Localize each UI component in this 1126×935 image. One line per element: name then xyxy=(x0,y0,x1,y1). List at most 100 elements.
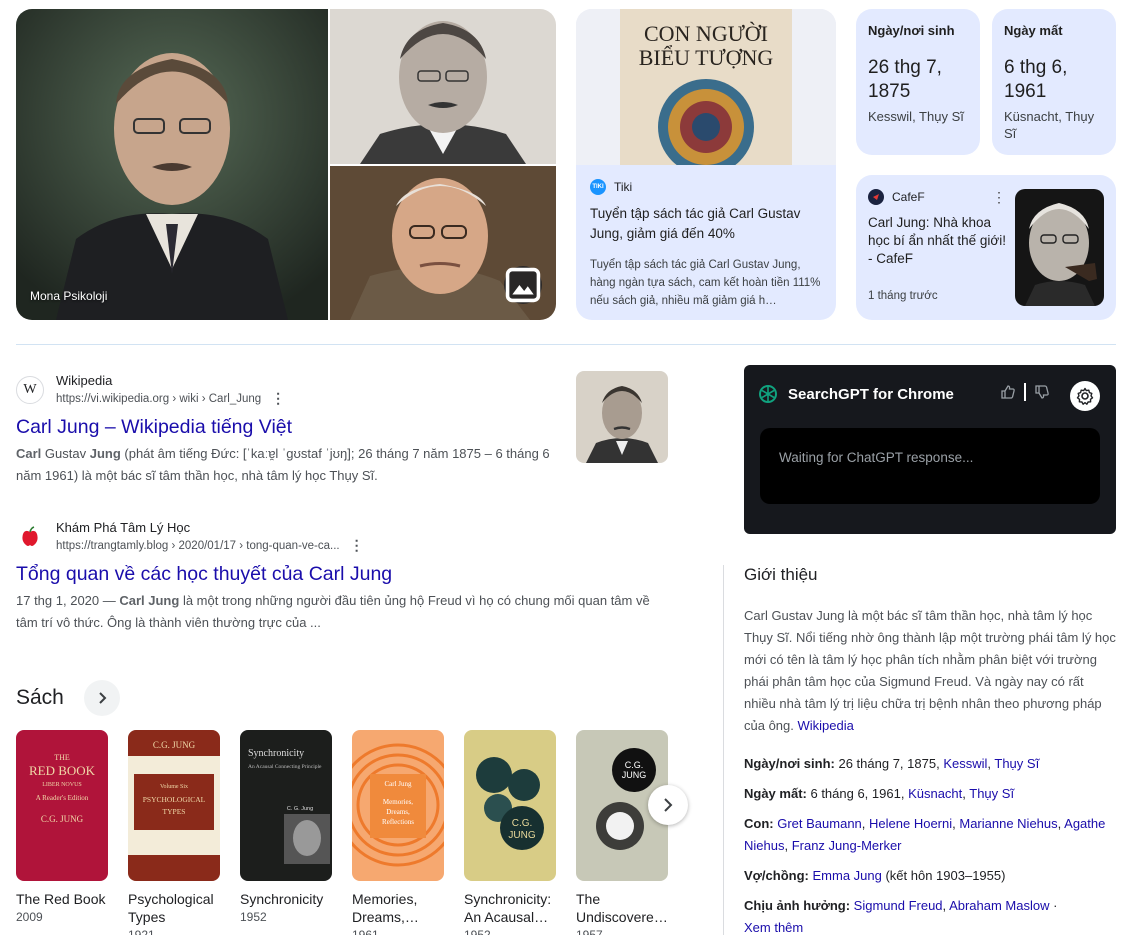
result-title-link[interactable]: Carl Jung – Wikipedia tiếng Việt xyxy=(16,415,666,439)
image-icon xyxy=(505,267,541,303)
thumbs-down-icon[interactable] xyxy=(1034,384,1050,400)
influence-link[interactable]: Sigmund Freud xyxy=(854,898,943,913)
books-section-header: Sách xyxy=(16,680,120,716)
book-cover: Synchronicity An Acausal Connecting Prin… xyxy=(240,730,332,881)
result-title-link[interactable]: Tổng quan về các học thuyết của Carl Jun… xyxy=(16,562,666,586)
knowledge-panel-title: Giới thiệu xyxy=(744,565,818,584)
spouse-link[interactable]: Emma Jung xyxy=(812,868,881,883)
book-item[interactable]: THE RED BOOK LIBER NOVUS A Reader's Edit… xyxy=(16,730,108,924)
book-item[interactable]: Carl Jung Memories, Dreams, Reflections … xyxy=(352,730,444,935)
cafef-logo-icon xyxy=(868,189,884,205)
cover-title-line1: CON NGƯỜI xyxy=(644,21,768,46)
book-title: Memories, Dreams, Reflections xyxy=(352,891,418,925)
more-options-icon[interactable]: ⋮ xyxy=(992,189,1006,206)
fact-spouse: Vợ/chồng: Emma Jung (kết hôn 1903–1955) xyxy=(744,868,1006,883)
image-search-button[interactable] xyxy=(504,266,542,304)
death-place-link[interactable]: Küsnacht xyxy=(908,786,962,801)
cafef-source-name: CafeF xyxy=(892,190,925,204)
cafef-card-time: 1 tháng trước xyxy=(868,290,938,302)
book-year: 2009 xyxy=(16,910,43,924)
book-item[interactable]: Synchronicity An Acausal Connecting Prin… xyxy=(240,730,332,924)
child-link[interactable]: Gret Baumann xyxy=(777,816,862,831)
chevron-right-icon xyxy=(99,692,107,704)
books-next-button[interactable] xyxy=(648,785,688,825)
book-title: Synchronicity: An Acausal Connecting Pri… xyxy=(464,891,552,925)
svg-text:Memories,: Memories, xyxy=(383,798,413,806)
svg-text:Volume Six: Volume Six xyxy=(160,784,188,790)
death-fact-card[interactable]: Ngày mất 6 thg 6, 1961 Küsnacht, Thụy Sĩ xyxy=(992,9,1116,155)
child-link[interactable]: Helene Hoerni xyxy=(869,816,952,831)
book-item[interactable]: C.G. JUNG Synchronicity: An Acausal Conn… xyxy=(464,730,556,935)
book-item[interactable]: C.G. JUNG The Undiscovered Self 1957 xyxy=(576,730,668,935)
tiki-card-description: Tuyển tập sách tác giả Carl Gustav Jung,… xyxy=(590,259,821,307)
tiki-logo-icon: TIKI xyxy=(590,179,606,195)
result-site-name[interactable]: Khám Phá Tâm Lý Học xyxy=(56,520,364,535)
settings-button[interactable] xyxy=(1070,381,1100,411)
svg-text:PSYCHOLOGICAL: PSYCHOLOGICAL xyxy=(143,795,206,804)
svg-text:JUNG: JUNG xyxy=(508,830,535,841)
section-divider xyxy=(16,344,1116,345)
result-url[interactable]: https://trangtamly.blog › 2020/01/17 › t… xyxy=(56,540,340,552)
child-link[interactable]: Marianne Niehus xyxy=(959,816,1057,831)
openai-logo-icon xyxy=(759,385,777,403)
cafef-source: CafeF xyxy=(868,189,925,205)
apple-favicon-icon xyxy=(16,523,44,551)
svg-text:C. G. Jung: C. G. Jung xyxy=(287,806,313,812)
search-result-trangtamly: Khám Phá Tâm Lý Học https://trangtamly.b… xyxy=(16,520,666,634)
book-cover: C.G. JUNG Volume Six PSYCHOLOGICAL TYPES xyxy=(128,730,220,881)
birth-place: Kesswil, Thụy Sĩ xyxy=(868,109,964,124)
searchgpt-panel: SearchGPT for Chrome Waiting for ChatGPT… xyxy=(744,365,1116,534)
fact-death: Ngày mất: 6 tháng 6, 1961, Küsnacht, Thụ… xyxy=(744,786,1015,801)
image-jung-portrait-main[interactable]: Mona Psikoloji xyxy=(16,9,328,320)
birth-fact-card[interactable]: Ngày/nơi sinh 26 thg 7, 1875 Kesswil, Th… xyxy=(856,9,980,155)
svg-text:LIBER NOVUS: LIBER NOVUS xyxy=(42,782,82,788)
books-heading: Sách xyxy=(16,686,64,709)
svg-text:JUNG: JUNG xyxy=(622,770,647,780)
cafef-article-card[interactable]: CafeF ⋮ Carl Jung: Nhà khoa học bí ẩn nh… xyxy=(856,175,1116,320)
result-snippet: 17 thg 1, 2020 — Carl Jung là một trong … xyxy=(16,593,650,630)
result-site-name[interactable]: Wikipedia xyxy=(56,373,285,388)
book-year: 1957 xyxy=(576,928,603,935)
fact-influences: Chịu ảnh hưởng: Sigmund Freud, Abraham M… xyxy=(744,898,1058,935)
wikipedia-favicon-icon: W xyxy=(16,376,44,404)
svg-text:RED BOOK: RED BOOK xyxy=(29,763,96,778)
more-options-icon[interactable]: ⋮ xyxy=(350,537,364,554)
book-title: The Undiscovered Self xyxy=(576,891,662,925)
knowledge-panel: Giới thiệu Carl Gustav Jung là một bác s… xyxy=(744,565,1116,935)
book-year: 1961 xyxy=(352,928,379,935)
book-cover: C.G. JUNG xyxy=(464,730,556,881)
result-snippet: Carl Gustav Jung (phát âm tiếng Đức: [ˈk… xyxy=(16,446,550,483)
result-url[interactable]: https://vi.wikipedia.org › wiki › Carl_J… xyxy=(56,393,261,405)
death-value: 6 thg 6, 1961 xyxy=(1004,57,1068,102)
svg-text:TYPES: TYPES xyxy=(163,807,186,816)
death-place: Küsnacht, Thụy Sĩ xyxy=(1004,109,1095,141)
book-item[interactable]: C.G. JUNG Volume Six PSYCHOLOGICAL TYPES… xyxy=(128,730,220,935)
more-options-icon[interactable]: ⋮ xyxy=(271,390,285,407)
see-more-link[interactable]: Xem thêm xyxy=(744,920,803,935)
birth-country-link[interactable]: Thụy Sĩ xyxy=(994,756,1039,771)
thumbs-up-icon[interactable] xyxy=(1000,384,1016,400)
fact-children: Con: Gret Baumann, Helene Hoerni, Marian… xyxy=(744,816,1106,853)
svg-text:Synchronicity: Synchronicity xyxy=(248,748,304,759)
tiki-book-card[interactable]: CON NGƯỜI BIỂU TƯỢNG TIKI Tiki Tuyển tập… xyxy=(576,9,836,320)
svg-text:Reflections: Reflections xyxy=(382,818,414,826)
birth-place-link[interactable]: Kesswil xyxy=(943,756,987,771)
child-link[interactable]: Franz Jung-Merker xyxy=(792,838,902,853)
fact-birth: Ngày/nơi sinh: 26 tháng 7, 1875, Kesswil… xyxy=(744,756,1040,771)
books-expand-button[interactable] xyxy=(83,680,120,716)
image-jung-portrait-bw[interactable] xyxy=(330,9,556,164)
book-cover: Carl Jung Memories, Dreams, Reflections xyxy=(352,730,444,881)
gear-icon xyxy=(1076,387,1094,405)
result-thumbnail-image[interactable] xyxy=(576,371,668,463)
book-title: Psychological Types xyxy=(128,891,214,925)
death-country-link[interactable]: Thụy Sĩ xyxy=(969,786,1014,801)
book-title: The Red Book xyxy=(16,891,106,907)
svg-text:A Reader's Edition: A Reader's Edition xyxy=(36,794,89,802)
image-jung-elderly[interactable] xyxy=(330,166,556,320)
wikipedia-link[interactable]: Wikipedia xyxy=(798,718,854,733)
searchgpt-title: SearchGPT for Chrome xyxy=(788,385,954,403)
tiki-source-name: Tiki xyxy=(614,180,633,194)
svg-text:THE: THE xyxy=(54,753,70,762)
influence-link[interactable]: Abraham Maslow xyxy=(949,898,1049,913)
book-cover: THE RED BOOK LIBER NOVUS A Reader's Edit… xyxy=(16,730,108,881)
